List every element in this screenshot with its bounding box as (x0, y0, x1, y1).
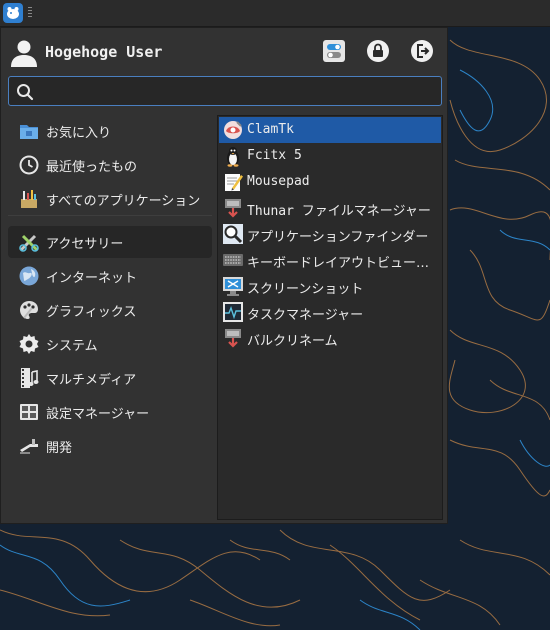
category-graphics[interactable]: グラフィックス (8, 294, 212, 326)
settings-toggle-button[interactable] (322, 39, 346, 63)
app-item-fcitx5[interactable]: Fcitx 5 (219, 143, 441, 169)
logout-button[interactable] (410, 39, 434, 63)
category-label: グラフィックス (46, 305, 137, 320)
category-internet[interactable]: インターネット (8, 260, 212, 292)
panel-handle-icon[interactable] (27, 6, 33, 20)
category-multimedia[interactable]: マルチメディア (8, 362, 212, 394)
app-label: Thunar ファイルマネージャー (247, 200, 435, 219)
favorites-folder-icon (20, 125, 38, 139)
file-manager-icon (225, 199, 241, 218)
app-item-bulk-rename[interactable]: バルクリネーム (219, 325, 441, 351)
palette-icon (20, 301, 38, 319)
gear-icon (19, 334, 39, 354)
app-label-text: Thunar ファイルマネージャー (247, 204, 431, 219)
app-label: スクリーンショット (247, 282, 364, 297)
app-item-screenshot[interactable]: スクリーンショット (219, 273, 441, 299)
accessories-icon (19, 234, 39, 252)
category-label: マルチメディア (46, 373, 137, 388)
lock-screen-button[interactable] (366, 39, 390, 63)
all-apps-icon (21, 190, 37, 208)
lock-icon (367, 40, 389, 62)
application-list: ClamTk Fcitx 5 Mousepad Thunar ファイルマネージャ… (217, 115, 443, 520)
task-manager-icon (223, 302, 243, 322)
category-label: 最近使ったもの (46, 160, 138, 175)
category-label: 設定マネージャー (46, 407, 150, 422)
category-label: アクセサリー (46, 237, 124, 252)
category-recent[interactable]: 最近使ったもの (8, 149, 212, 181)
category-settings-manager[interactable]: 設定マネージャー (8, 396, 212, 428)
user-avatar-icon (11, 40, 37, 67)
user-name: Hogehoge User (45, 43, 163, 61)
category-label: 開発 (46, 441, 73, 456)
clamtk-icon (224, 121, 242, 139)
category-label: すべてのアプリケーション (46, 194, 201, 209)
keyboard-icon (223, 254, 243, 266)
development-icon (20, 439, 38, 454)
whisker-menu-button[interactable] (3, 3, 23, 23)
text-editor-icon (225, 174, 243, 191)
category-label: お気に入り (46, 126, 112, 141)
app-item-task-manager[interactable]: タスクマネージャー (219, 299, 441, 325)
app-label: Fcitx 5 (247, 148, 302, 163)
category-separator (8, 215, 212, 216)
category-system[interactable]: システム (8, 328, 212, 360)
top-panel (0, 0, 550, 27)
logout-icon (411, 40, 433, 62)
search-input[interactable] (41, 81, 435, 103)
magnifier-icon (223, 224, 243, 244)
globe-icon (19, 266, 39, 286)
clock-icon (19, 155, 39, 175)
film-icon (21, 368, 39, 388)
category-development[interactable]: 開発 (8, 430, 212, 462)
app-item-mousepad[interactable]: Mousepad (219, 169, 441, 195)
category-favorites[interactable]: お気に入り (8, 115, 212, 147)
category-label: インターネット (46, 271, 138, 286)
app-label: タスクマネージャー (247, 308, 364, 323)
app-label: アプリケーションファインダー (247, 230, 429, 245)
category-accessories[interactable]: アクセサリー (8, 226, 212, 258)
xfce-mouse-icon (3, 3, 23, 23)
penguin-icon (227, 147, 239, 167)
bulk-rename-icon (225, 329, 241, 348)
app-item-thunar[interactable]: Thunar ファイルマネージャー (219, 195, 441, 221)
app-label: Mousepad (247, 174, 310, 189)
app-label: キーボードレイアウトビュー… (247, 256, 430, 271)
app-item-clamtk[interactable]: ClamTk (219, 117, 441, 143)
settings-manager-icon (20, 404, 38, 420)
category-all-applications[interactable]: すべてのアプリケーション (8, 183, 212, 215)
settings-toggle-icon (323, 40, 345, 62)
application-menu: Hogehoge User お気に入り 最近使ったもの すべてのアプリケーション… (0, 27, 448, 524)
app-label: バルクリネーム (247, 334, 338, 349)
app-label: ClamTk (247, 122, 294, 137)
app-item-appfinder[interactable]: アプリケーションファインダー (219, 221, 441, 247)
search-field[interactable] (8, 76, 442, 106)
screenshot-icon (223, 277, 243, 296)
search-icon (17, 84, 34, 101)
category-label: システム (46, 339, 98, 354)
app-item-keyboard-layout[interactable]: キーボードレイアウトビュー… (219, 247, 441, 273)
